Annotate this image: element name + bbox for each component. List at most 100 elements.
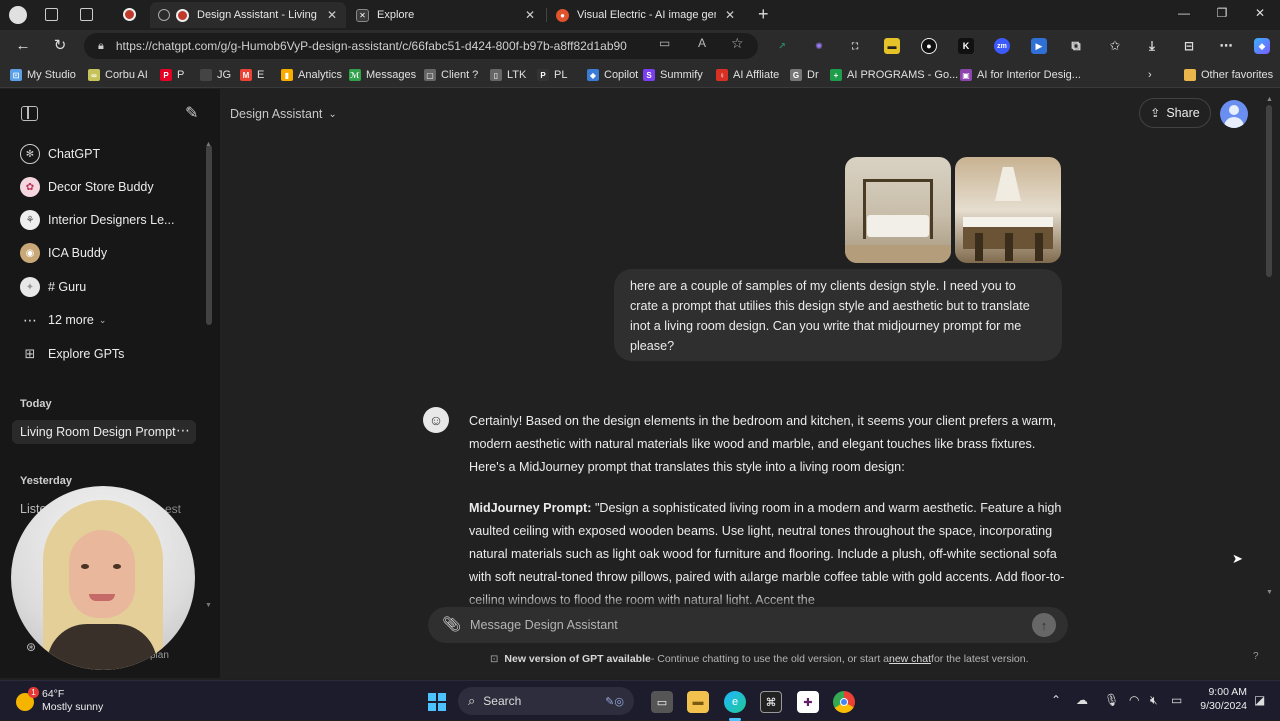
wifi-icon[interactable]: ◠: [1129, 693, 1139, 707]
bookmark-item[interactable]: S Summify: [643, 68, 703, 82]
slack-icon[interactable]: ✚: [797, 691, 819, 713]
clock-time: 9:00 AM: [1208, 686, 1247, 698]
bookmark-item[interactable]: P PL: [537, 68, 567, 82]
ellipsis-icon: ⋯: [23, 311, 37, 328]
chat-options-icon[interactable]: ⋯: [176, 422, 190, 439]
weather-widget[interactable]: 1 64°F Mostly sunny: [16, 687, 126, 715]
tab-actions-icon[interactable]: [80, 8, 93, 21]
sidebar-scroll-down-icon[interactable]: ▼: [205, 602, 212, 609]
extension-icon[interactable]: ↗: [774, 38, 790, 54]
extension-icon[interactable]: K: [958, 38, 974, 54]
main-scroll-down-icon[interactable]: ▼: [1266, 589, 1273, 596]
sidebar-scrollbar[interactable]: [206, 145, 212, 325]
bookmark-item[interactable]: ∞ Corbu AI: [88, 68, 148, 82]
favorites-icon[interactable]: ✩: [1107, 38, 1123, 54]
extension-icon[interactable]: ✺: [811, 38, 827, 54]
toggle-sidebar-icon[interactable]: [21, 106, 38, 121]
tab-visual-electric[interactable]: ● Visual Electric - AI image generat ✕: [548, 2, 744, 28]
more-options-icon[interactable]: ⋯: [1218, 38, 1234, 54]
minimize-icon[interactable]: —: [1174, 6, 1194, 20]
extensions-puzzle-icon[interactable]: ⧉: [1068, 38, 1084, 54]
message-input[interactable]: [470, 614, 1010, 636]
refresh-icon[interactable]: ↻: [51, 37, 69, 55]
bookmark-item[interactable]: ⊡ My Studio: [10, 68, 76, 82]
close-tab-icon[interactable]: ✕: [524, 8, 536, 22]
sidebar-item-ica-buddy[interactable]: ◉ ICA Buddy: [20, 242, 107, 264]
url-field[interactable]: 🔒︎ https://chatgpt.com/g/g-Humob6VyP-des…: [84, 33, 758, 59]
chrome-icon[interactable]: [833, 691, 855, 713]
extension-icon[interactable]: ●: [921, 38, 937, 54]
bookmark-item[interactable]: ▢ Client ?: [424, 68, 478, 82]
extension-icon[interactable]: ▶: [1031, 38, 1047, 54]
user-avatar[interactable]: [1220, 100, 1248, 128]
scroll-to-bottom-icon[interactable]: ↓: [738, 565, 760, 587]
sidebar-item-interior-designers[interactable]: ⚘ Interior Designers Le...: [20, 209, 174, 231]
taskbar-search[interactable]: ⌕ Search ✎◎: [458, 687, 634, 715]
close-tab-icon[interactable]: ✕: [326, 8, 338, 22]
downloads-icon[interactable]: ⤓: [1144, 38, 1160, 54]
new-tab-button[interactable]: +: [758, 4, 769, 25]
bookmark-item[interactable]: G Dr: [790, 68, 819, 82]
bookmark-item[interactable]: ▯ LTK: [490, 68, 526, 82]
profile-avatar-icon[interactable]: [9, 6, 27, 24]
extension-icon[interactable]: zm: [994, 38, 1010, 54]
read-aloud-icon[interactable]: A: [698, 36, 706, 50]
main-scrollbar[interactable]: [1266, 105, 1272, 277]
bookmark-item[interactable]: ME: [240, 68, 264, 82]
bookmarks-overflow-icon[interactable]: ›: [1148, 68, 1152, 82]
task-view-icon[interactable]: ▭: [651, 691, 673, 713]
file-explorer-icon[interactable]: ▬: [687, 691, 709, 713]
bookmark-item[interactable]: ▮ Analytics: [281, 68, 342, 82]
sidebar-item-explore-gpts[interactable]: ⊞ Explore GPTs: [20, 343, 125, 365]
back-icon[interactable]: ←: [14, 37, 32, 55]
tray-chevron-icon[interactable]: ⌃: [1051, 693, 1061, 707]
bookmark-item[interactable]: ▣ AI for Interior Desig...: [960, 68, 1081, 82]
share-button[interactable]: ⇪ Share: [1139, 98, 1211, 128]
sidebar-item-decor-store-buddy[interactable]: ✿ Decor Store Buddy: [20, 176, 154, 198]
clock[interactable]: 9:00 AM 9/30/2024: [1195, 686, 1247, 712]
app-icon[interactable]: ⌘: [760, 691, 782, 713]
other-favorites[interactable]: Other favorites: [1184, 68, 1273, 82]
extension-icon[interactable]: ⛶: [847, 38, 863, 54]
screenshot-icon[interactable]: ⊟: [1181, 38, 1197, 54]
kitchen-sample-image[interactable]: [955, 157, 1061, 263]
bookmark-item[interactable]: ℳ Messages: [349, 68, 416, 82]
workspaces-icon[interactable]: [45, 8, 58, 21]
main-scroll-up-icon[interactable]: ▲: [1266, 96, 1273, 103]
model-selector[interactable]: Design Assistant ⌄: [230, 107, 337, 121]
camera-icon[interactable]: ▭: [659, 36, 670, 50]
close-tab-icon[interactable]: ✕: [724, 8, 736, 22]
send-button[interactable]: ↑: [1032, 613, 1056, 637]
extension-icon[interactable]: ▬: [884, 38, 900, 54]
favorite-star-icon[interactable]: ☆: [731, 35, 744, 52]
share-label: Share: [1166, 106, 1200, 120]
restore-icon[interactable]: ❐: [1212, 6, 1232, 20]
copilot-icon[interactable]: ◆: [1254, 38, 1270, 54]
edge-icon[interactable]: e: [724, 691, 746, 713]
notifications-icon[interactable]: ◪: [1254, 693, 1265, 707]
bookmark-item[interactable]: PP: [160, 68, 184, 82]
tab-design-assistant[interactable]: Design Assistant - Living Roo ✕: [150, 2, 346, 28]
attach-icon[interactable]: 📎︎: [442, 615, 461, 633]
tab-explore[interactable]: ✕ Explore ✕: [348, 2, 544, 28]
start-windows-icon[interactable]: [426, 691, 448, 713]
new-chat-icon[interactable]: ✎: [185, 103, 198, 123]
bookmark-item[interactable]: ◆ Copilot: [587, 68, 638, 82]
pinned-tab-icon[interactable]: [123, 8, 136, 21]
bookmark-item[interactable]: + AI PROGRAMS - Go...: [830, 68, 958, 82]
battery-icon[interactable]: ▭: [1171, 693, 1182, 707]
sidebar-scroll-up-icon[interactable]: ▲: [205, 141, 212, 148]
volume-muted-icon[interactable]: 🔇︎: [1150, 693, 1158, 708]
sidebar-item-more[interactable]: ⋯ 12 more ⌄: [20, 309, 106, 331]
bookmark-item[interactable]: JG: [200, 68, 231, 82]
sidebar-item-guru[interactable]: ✦ # Guru: [20, 276, 86, 298]
bedroom-sample-image[interactable]: [845, 157, 951, 263]
bookmark-item[interactable]: ♀ AI Affliate: [716, 68, 779, 82]
visual-electric-tab-icon: ●: [556, 8, 569, 22]
help-button[interactable]: ?: [1253, 651, 1259, 662]
window-close-icon[interactable]: ✕: [1250, 6, 1270, 20]
onedrive-icon[interactable]: ☁: [1076, 693, 1088, 707]
sidebar-item-chatgpt[interactable]: ✻ ChatGPT: [20, 143, 100, 165]
microphone-icon[interactable]: 🎙︎: [1104, 693, 1119, 707]
new-chat-link[interactable]: new chat: [889, 653, 931, 665]
